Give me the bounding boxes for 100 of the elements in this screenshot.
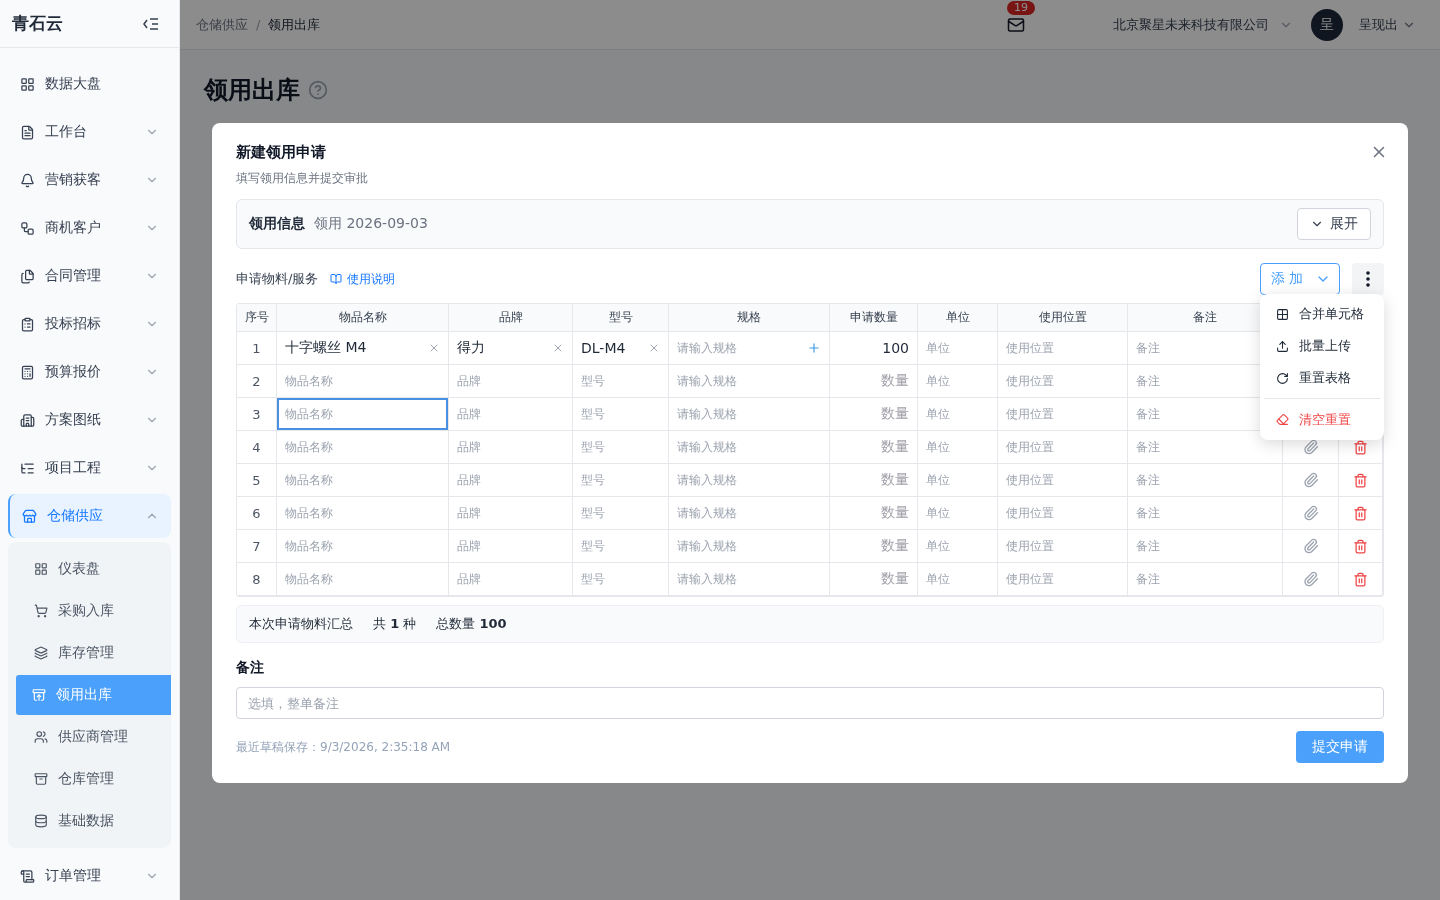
menu-item[interactable]: 重置表格 [1264, 362, 1380, 394]
table-input[interactable]: 物品名称 [277, 398, 448, 430]
sidebar-item[interactable]: 方案图纸 [8, 396, 171, 444]
table-input[interactable]: 品牌 [457, 431, 564, 463]
table-input[interactable]: DL-M4 [581, 332, 660, 364]
submit-button[interactable]: 提交申请 [1296, 731, 1384, 763]
delete-icon[interactable] [1353, 472, 1368, 488]
table-input[interactable]: 数量 [838, 398, 909, 430]
table-input[interactable]: 使用位置 [1006, 497, 1119, 529]
sidebar-item[interactable]: 工作台 [8, 108, 171, 156]
clear-icon[interactable] [428, 342, 440, 354]
table-input[interactable]: 型号 [581, 431, 660, 463]
table-input[interactable]: 请输入规格 [677, 398, 821, 430]
table-input[interactable]: 单位 [926, 497, 989, 529]
table-input[interactable]: 单位 [926, 563, 989, 595]
table-input[interactable]: 请输入规格 [677, 431, 821, 463]
attachment-icon[interactable] [1302, 538, 1319, 554]
sidebar-item[interactable]: 营销获客 [8, 156, 171, 204]
more-button[interactable] [1352, 263, 1384, 295]
user-menu[interactable]: 呈现出 [1359, 15, 1398, 34]
sidebar-item[interactable]: 商机客户 [8, 204, 171, 252]
table-input[interactable]: 数量 [838, 464, 909, 496]
table-input[interactable]: 请输入规格 [677, 563, 821, 595]
table-input[interactable]: 使用位置 [1006, 464, 1119, 496]
table-input[interactable]: 备注 [1136, 563, 1274, 595]
table-input[interactable]: 型号 [581, 530, 660, 562]
table-input[interactable]: 使用位置 [1006, 431, 1119, 463]
table-input[interactable]: 数量 [838, 431, 909, 463]
table-input[interactable]: 品牌 [457, 497, 564, 529]
table-input[interactable]: 品牌 [457, 398, 564, 430]
company-switcher[interactable]: 北京聚星未来科技有限公司 [1113, 15, 1269, 34]
sidebar-item[interactable]: 合同管理 [8, 252, 171, 300]
attachment-icon[interactable] [1302, 505, 1319, 521]
delete-icon[interactable] [1353, 571, 1368, 587]
table-input[interactable]: 型号 [581, 497, 660, 529]
table-input[interactable]: 物品名称 [285, 563, 440, 595]
clear-icon[interactable] [648, 342, 660, 354]
table-input[interactable]: 使用位置 [1006, 365, 1119, 397]
table-input[interactable]: 请输入规格 [677, 332, 821, 364]
submenu-item[interactable]: 库存管理 [8, 632, 171, 674]
sidebar-item[interactable]: 预算报价 [8, 348, 171, 396]
table-input[interactable]: 备注 [1136, 530, 1274, 562]
table-input[interactable]: 型号 [581, 398, 660, 430]
clear-icon[interactable] [552, 342, 564, 354]
submenu-item[interactable]: 领用出库 [16, 675, 171, 715]
table-input[interactable]: 品牌 [457, 464, 564, 496]
attachment-icon[interactable] [1302, 571, 1319, 587]
table-input[interactable]: 数量 [838, 497, 909, 529]
mail-icon[interactable] [1007, 15, 1025, 34]
attachment-icon[interactable] [1302, 472, 1319, 488]
table-input[interactable]: 请输入规格 [677, 530, 821, 562]
breadcrumb-link[interactable]: 领用出库 [268, 15, 321, 34]
table-input[interactable]: 品牌 [457, 563, 564, 595]
breadcrumb-link[interactable]: 仓储供应 [196, 15, 248, 34]
table-input[interactable]: 品牌 [457, 530, 564, 562]
user-avatar[interactable]: 呈 [1311, 8, 1343, 41]
submenu-item[interactable]: 仪表盘 [8, 548, 171, 590]
table-input[interactable]: 型号 [581, 563, 660, 595]
collapse-icon[interactable] [143, 16, 159, 31]
table-input[interactable]: 请输入规格 [677, 464, 821, 496]
table-input[interactable]: 物品名称 [285, 464, 440, 496]
submenu-item[interactable]: 采购入库 [8, 590, 171, 632]
table-input[interactable]: 数量 [838, 563, 909, 595]
delete-icon[interactable] [1353, 538, 1368, 554]
help-icon[interactable] [308, 80, 328, 100]
delete-icon[interactable] [1353, 439, 1368, 455]
table-input[interactable]: 使用位置 [1006, 332, 1119, 364]
table-input[interactable]: 请输入规格 [677, 365, 821, 397]
table-input[interactable]: 单位 [926, 431, 989, 463]
table-input[interactable]: 型号 [581, 365, 660, 397]
table-input[interactable]: 物品名称 [285, 365, 440, 397]
remark-field[interactable]: 选填，整单备注 [236, 687, 1384, 719]
table-input[interactable]: 物品名称 [285, 530, 440, 562]
submenu-item[interactable]: 基础数据 [8, 800, 171, 842]
submenu-item[interactable]: 仓库管理 [8, 758, 171, 800]
table-input[interactable]: 100 [838, 332, 909, 364]
sidebar-item[interactable]: 数据大盘 [8, 60, 171, 108]
menu-item[interactable]: 清空重置 [1264, 398, 1380, 436]
table-input[interactable]: 使用位置 [1006, 530, 1119, 562]
table-input[interactable]: 备注 [1136, 497, 1274, 529]
help-link[interactable]: 使用说明 [330, 270, 1248, 288]
attachment-icon[interactable] [1302, 439, 1319, 455]
table-input[interactable]: 使用位置 [1006, 563, 1119, 595]
table-input[interactable]: 得力 [457, 332, 564, 364]
table-input[interactable]: 使用位置 [1006, 398, 1119, 430]
menu-item[interactable]: 批量上传 [1264, 330, 1380, 362]
submenu-item[interactable]: 供应商管理 [8, 716, 171, 758]
sidebar-item[interactable]: 订单管理 [8, 852, 171, 900]
table-input[interactable]: 单位 [926, 365, 989, 397]
table-input[interactable]: 单位 [926, 464, 989, 496]
table-input[interactable]: 型号 [581, 464, 660, 496]
sidebar-item[interactable]: 项目工程 [8, 444, 171, 492]
add-dropdown[interactable]: 添 加 [1260, 263, 1340, 295]
table-input[interactable]: 物品名称 [285, 497, 440, 529]
table-input[interactable]: 物品名称 [285, 431, 440, 463]
table-input[interactable]: 数量 [838, 530, 909, 562]
table-input[interactable]: 单位 [926, 332, 989, 364]
table-input[interactable]: 数量 [838, 365, 909, 397]
delete-icon[interactable] [1353, 505, 1368, 521]
table-input[interactable]: 单位 [926, 530, 989, 562]
